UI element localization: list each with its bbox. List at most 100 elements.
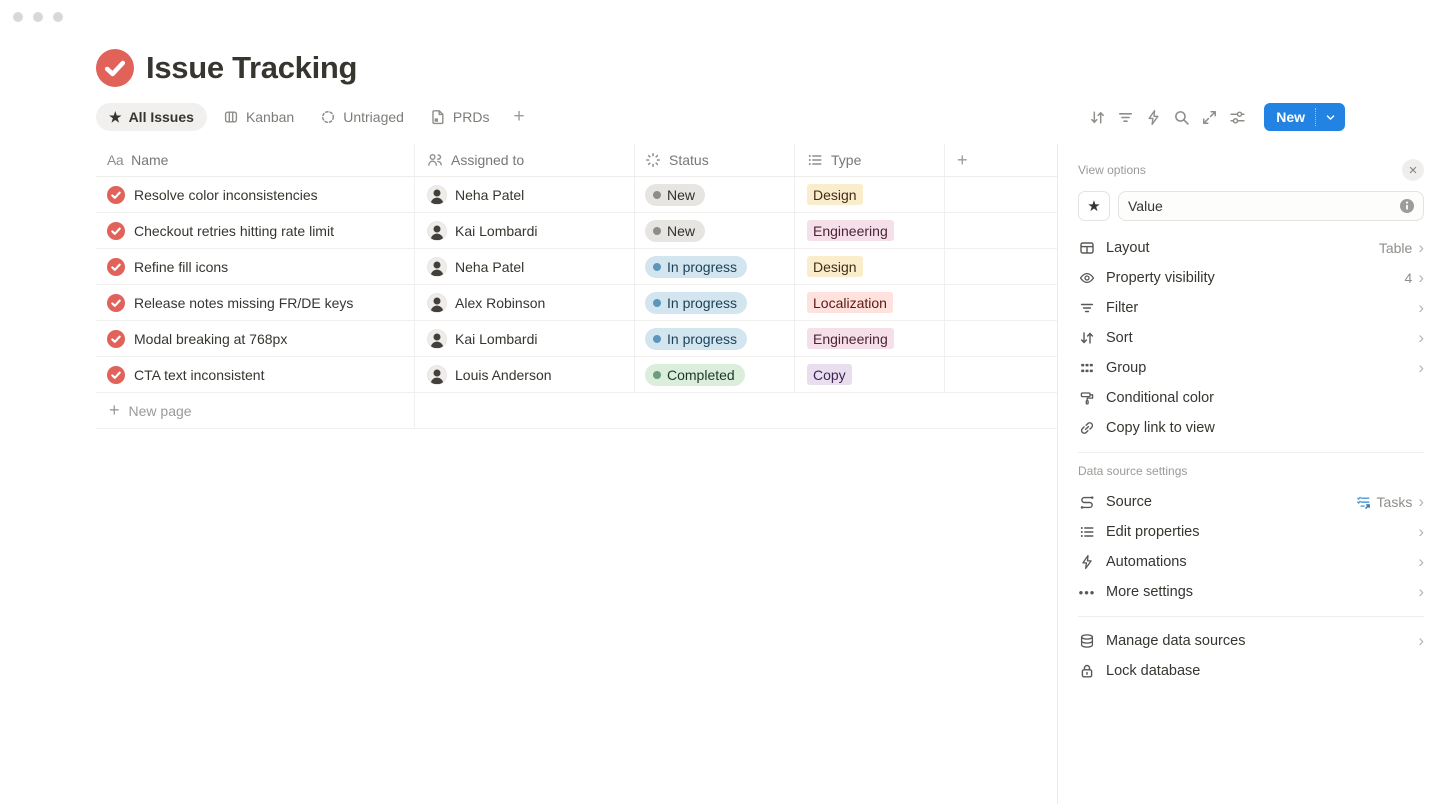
- name-cell[interactable]: Refine fill icons: [96, 249, 415, 284]
- source-icon: [1078, 494, 1096, 510]
- sort-icon[interactable]: [1088, 108, 1106, 126]
- status-pill: Completed: [645, 364, 745, 386]
- search-icon[interactable]: [1172, 108, 1190, 126]
- empty-cell: [945, 213, 1057, 248]
- panel-item-sort[interactable]: Sort ›: [1078, 323, 1424, 353]
- status-dot: [653, 263, 661, 271]
- column-header-type[interactable]: Type: [795, 144, 945, 176]
- item-label: Lock database: [1106, 663, 1424, 679]
- view-name-input[interactable]: Value: [1118, 191, 1424, 221]
- status-cell[interactable]: In progress: [635, 285, 795, 320]
- view-settings-icon[interactable]: [1228, 108, 1246, 126]
- window-dot[interactable]: [33, 12, 43, 22]
- window-dot[interactable]: [13, 12, 23, 22]
- task-check-icon: [107, 186, 125, 204]
- type-pill: Engineering: [807, 328, 894, 349]
- name-cell[interactable]: Checkout retries hitting rate limit: [96, 213, 415, 248]
- table-row[interactable]: Resolve color inconsistencies Neha Patel…: [96, 177, 1057, 213]
- notion-window: Issue Tracking ★ All Issues Kanban Untri…: [0, 0, 1440, 804]
- assignee-cell[interactable]: Neha Patel: [415, 177, 635, 212]
- status-cell[interactable]: New: [635, 213, 795, 248]
- assignee-name: Kai Lombardi: [455, 223, 538, 239]
- panel-item-filter[interactable]: Filter ›: [1078, 293, 1424, 323]
- info-icon[interactable]: [1399, 198, 1415, 214]
- item-label: Property visibility: [1106, 270, 1395, 286]
- empty-cell: [945, 249, 1057, 284]
- filter-icon[interactable]: [1116, 108, 1134, 126]
- column-header-assigned-to[interactable]: Assigned to: [415, 144, 635, 176]
- type-pill: Design: [807, 256, 863, 277]
- chevron-right-icon: ›: [1418, 269, 1424, 286]
- favorite-view-button[interactable]: ★: [1078, 191, 1110, 221]
- avatar: [427, 185, 447, 205]
- panel-item-automations[interactable]: Automations ›: [1078, 547, 1424, 577]
- status-cell[interactable]: In progress: [635, 249, 795, 284]
- automations-icon[interactable]: [1144, 108, 1162, 126]
- close-icon[interactable]: ×: [1402, 159, 1424, 181]
- issue-title: Refine fill icons: [134, 259, 228, 275]
- new-dropdown-button[interactable]: [1316, 112, 1345, 123]
- name-cell[interactable]: Modal breaking at 768px: [96, 321, 415, 356]
- name-cell[interactable]: Release notes missing FR/DE keys: [96, 285, 415, 320]
- panel-item-group[interactable]: Group ›: [1078, 353, 1424, 383]
- status-cell[interactable]: Completed: [635, 357, 795, 392]
- panel-item-manage-data-sources[interactable]: Manage data sources ›: [1078, 626, 1424, 656]
- new-page-button[interactable]: + New page: [96, 393, 1057, 429]
- add-view-button[interactable]: +: [505, 106, 532, 128]
- column-header-status[interactable]: Status: [635, 144, 795, 176]
- tasks-database-icon: [1356, 495, 1371, 510]
- tab-label: PRDs: [453, 109, 490, 125]
- expand-icon[interactable]: [1200, 108, 1218, 126]
- table-row[interactable]: Release notes missing FR/DE keys Alex Ro…: [96, 285, 1057, 321]
- chevron-right-icon: ›: [1418, 239, 1424, 256]
- type-cell[interactable]: Design: [795, 249, 945, 284]
- type-pill: Copy: [807, 364, 852, 385]
- type-cell[interactable]: Engineering: [795, 321, 945, 356]
- chevron-right-icon: ›: [1418, 553, 1424, 570]
- table-row[interactable]: Refine fill icons Neha Patel In progress…: [96, 249, 1057, 285]
- assignee-cell[interactable]: Neha Patel: [415, 249, 635, 284]
- new-button[interactable]: New: [1264, 109, 1315, 125]
- item-label: Group: [1106, 360, 1408, 376]
- type-pill: Design: [807, 184, 863, 205]
- panel-item-copy-link[interactable]: Copy link to view: [1078, 413, 1424, 443]
- panel-item-conditional-color[interactable]: Conditional color: [1078, 383, 1424, 413]
- assignee-cell[interactable]: Kai Lombardi: [415, 321, 635, 356]
- name-cell[interactable]: Resolve color inconsistencies: [96, 177, 415, 212]
- type-cell[interactable]: Localization: [795, 285, 945, 320]
- add-column-button[interactable]: +: [945, 144, 1057, 176]
- window-dot[interactable]: [53, 12, 63, 22]
- type-cell[interactable]: Engineering: [795, 213, 945, 248]
- panel-item-lock-database[interactable]: Lock database: [1078, 656, 1424, 686]
- assignee-cell[interactable]: Alex Robinson: [415, 285, 635, 320]
- group-icon: [1078, 360, 1096, 376]
- tab-all-issues[interactable]: ★ All Issues: [96, 103, 207, 131]
- table-row[interactable]: CTA text inconsistent Louis Anderson Com…: [96, 357, 1057, 393]
- status-cell[interactable]: New: [635, 177, 795, 212]
- item-label: Edit properties: [1106, 524, 1408, 540]
- sort-icon: [1078, 330, 1096, 346]
- new-page-label: New page: [129, 403, 192, 419]
- tab-prds[interactable]: PRDs: [420, 103, 500, 131]
- type-cell[interactable]: Design: [795, 177, 945, 212]
- table-row[interactable]: Modal breaking at 768px Kai Lombardi In …: [96, 321, 1057, 357]
- tab-kanban[interactable]: Kanban: [213, 103, 304, 131]
- type-cell[interactable]: Copy: [795, 357, 945, 392]
- status-dot: [653, 191, 661, 199]
- assignee-cell[interactable]: Louis Anderson: [415, 357, 635, 392]
- status-cell[interactable]: In progress: [635, 321, 795, 356]
- page-title[interactable]: Issue Tracking: [146, 50, 357, 86]
- tab-untriaged[interactable]: Untriaged: [310, 103, 414, 131]
- window-controls[interactable]: [13, 12, 63, 22]
- panel-item-property-visibility[interactable]: Property visibility 4›: [1078, 263, 1424, 293]
- column-header-name[interactable]: Aa Name: [96, 144, 415, 176]
- panel-item-more-settings[interactable]: ••• More settings ›: [1078, 577, 1424, 607]
- name-cell[interactable]: CTA text inconsistent: [96, 357, 415, 392]
- status-pill: In progress: [645, 292, 747, 314]
- panel-item-edit-properties[interactable]: Edit properties ›: [1078, 517, 1424, 547]
- page-check-icon[interactable]: [96, 49, 134, 87]
- assignee-cell[interactable]: Kai Lombardi: [415, 213, 635, 248]
- table-row[interactable]: Checkout retries hitting rate limit Kai …: [96, 213, 1057, 249]
- panel-item-source[interactable]: Source Tasks›: [1078, 487, 1424, 517]
- panel-item-layout[interactable]: Layout Table›: [1078, 233, 1424, 263]
